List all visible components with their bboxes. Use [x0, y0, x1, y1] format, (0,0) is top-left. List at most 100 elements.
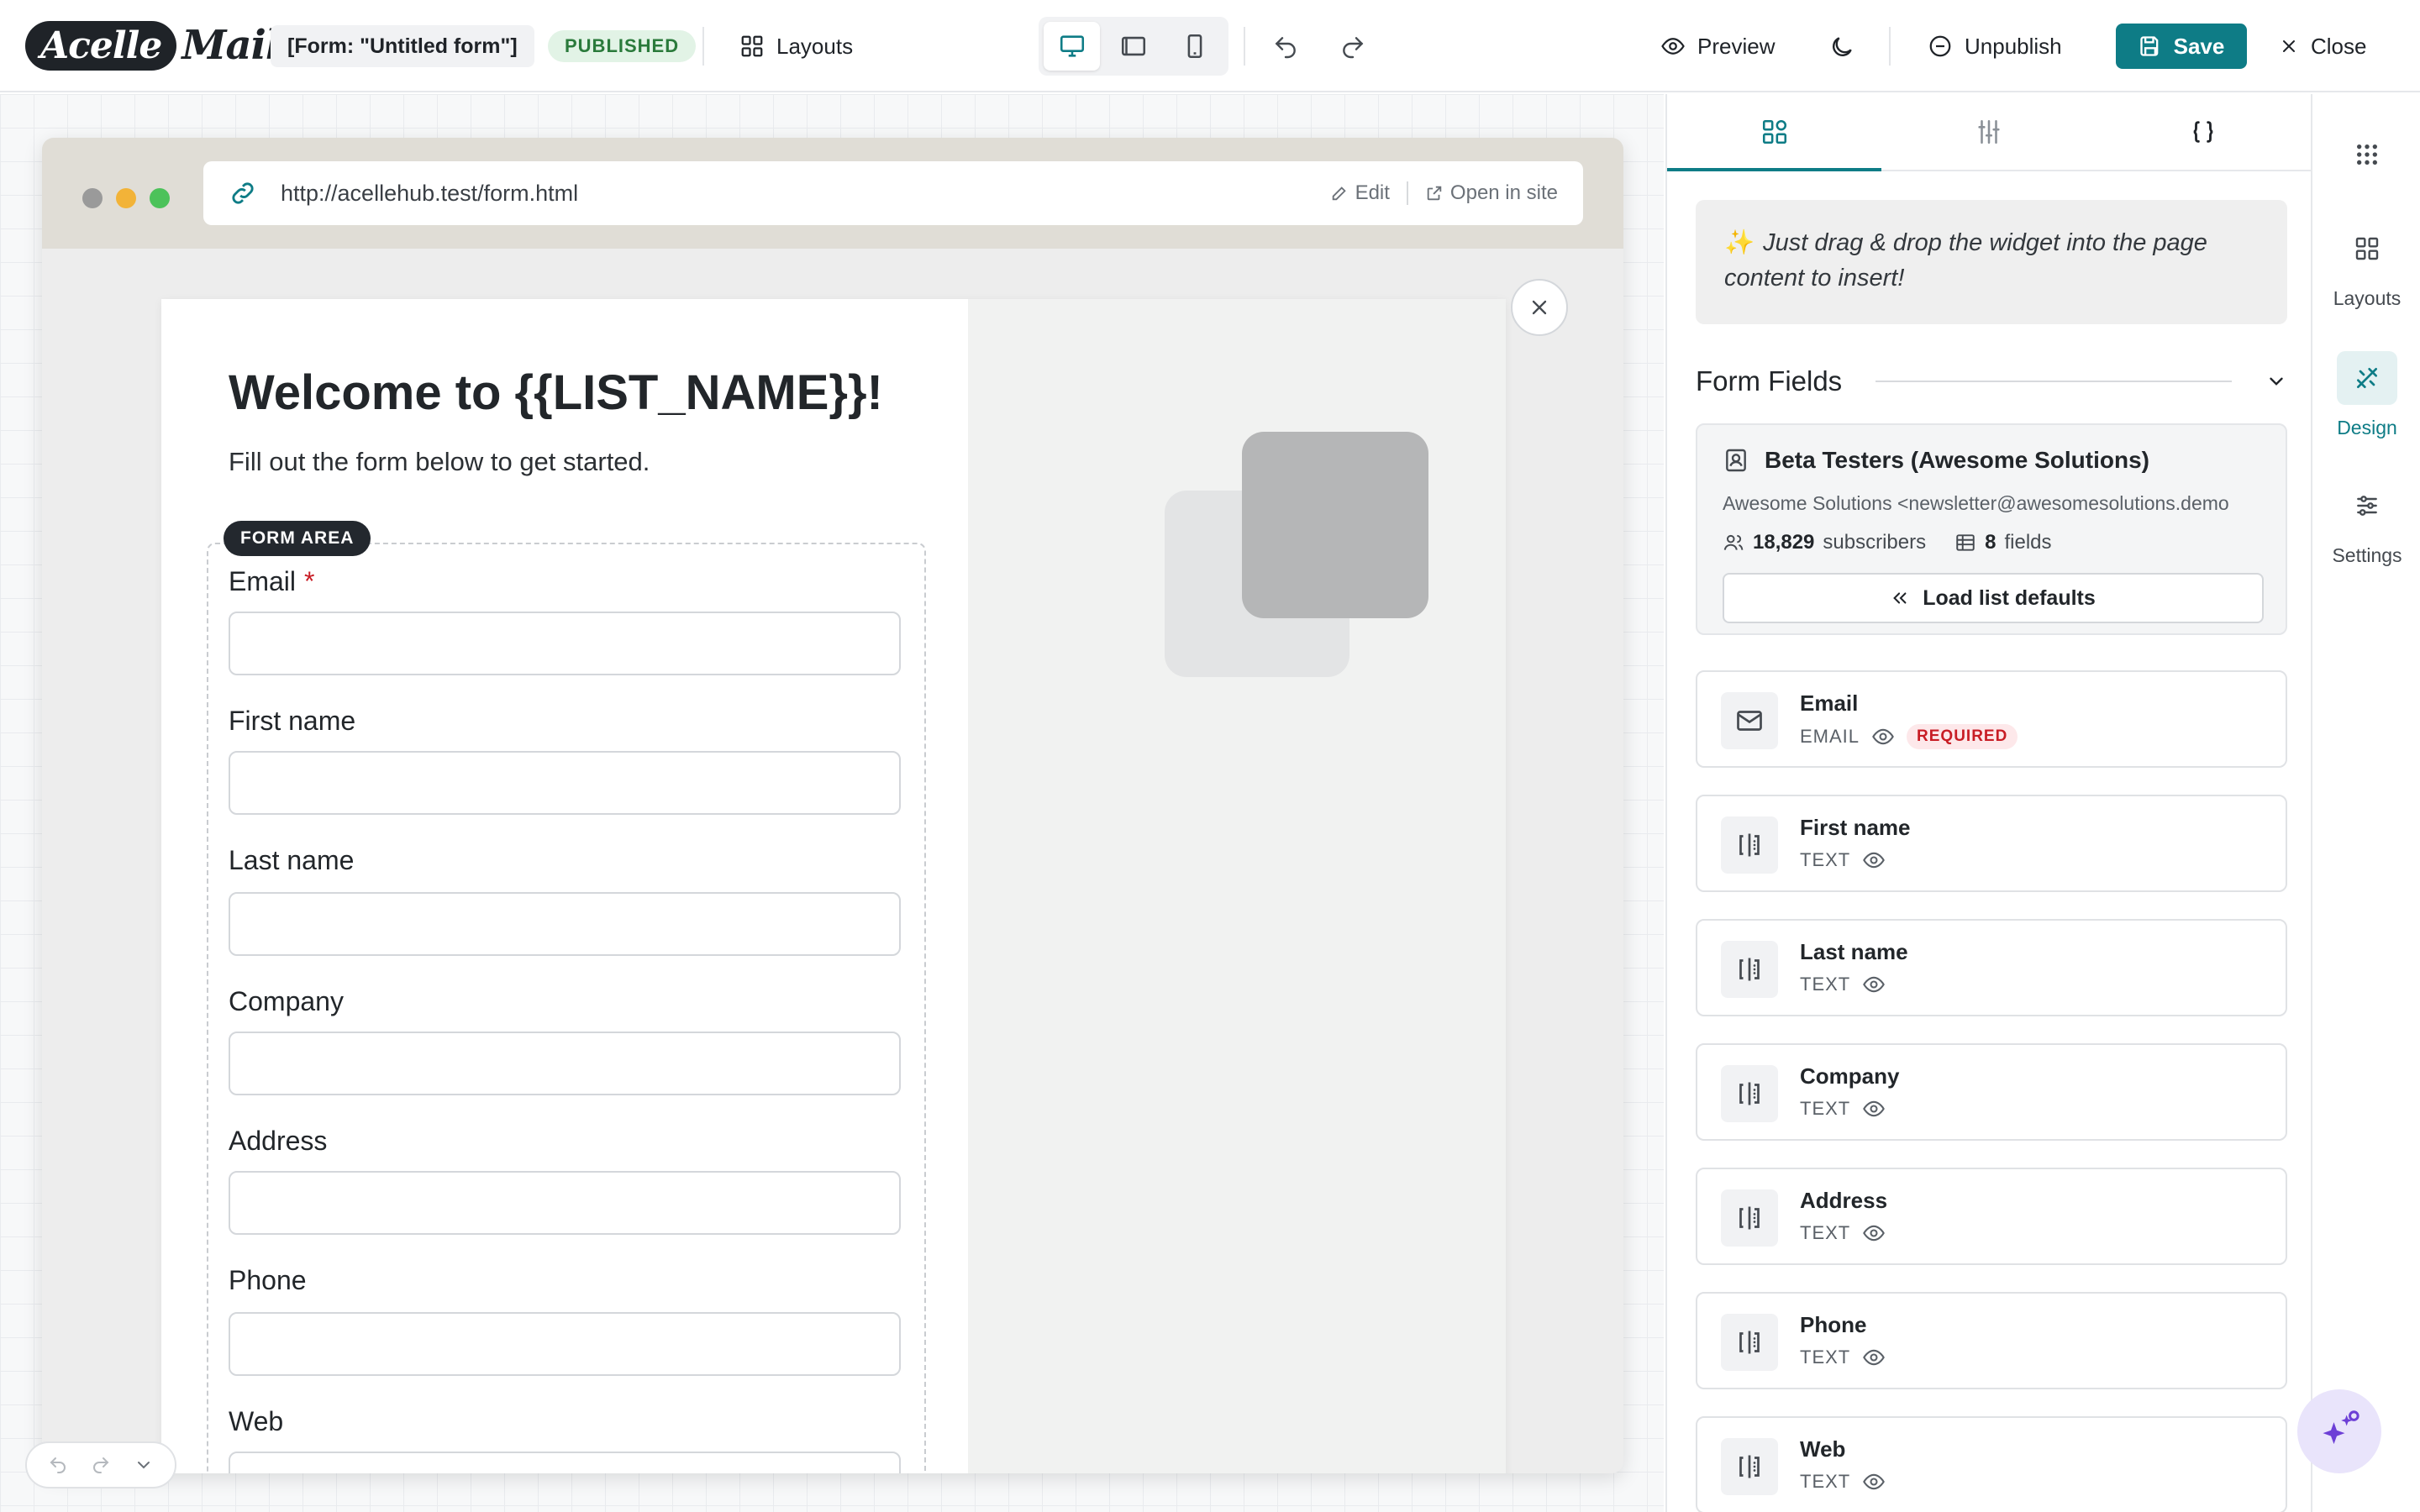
form-name-label[interactable]: [Form: "Untitled form"] — [271, 25, 534, 67]
settings-sliders-icon — [2357, 496, 2377, 516]
divider — [1406, 181, 1408, 205]
load-list-defaults-button[interactable]: Load list defaults — [1723, 573, 2264, 623]
desktop-view-button[interactable] — [1044, 22, 1101, 71]
field-widget-first-name[interactable]: First name TEXT — [1696, 795, 2287, 892]
redo-button[interactable] — [1334, 29, 1371, 66]
braces-icon — [2193, 121, 2213, 143]
tab-code[interactable] — [2096, 94, 2311, 170]
phone-input[interactable] — [229, 1312, 901, 1376]
list-sender: Awesome Solutions <newsletter@awesomesol… — [1723, 492, 2229, 514]
rail-item-label: Design — [2337, 417, 2397, 438]
field-icon-box — [1721, 941, 1778, 998]
undo-button[interactable] — [1267, 29, 1304, 66]
sparkles-icon: ✨ — [1724, 229, 1755, 256]
field-widget-phone[interactable]: Phone TEXT — [1696, 1292, 2287, 1389]
eye-icon[interactable] — [1862, 1221, 1886, 1245]
popup-content: Welcome to {{LIST_NAME}}! Fill out the f… — [161, 299, 968, 1473]
field-widget-address[interactable]: Address TEXT — [1696, 1168, 2287, 1265]
rail-item-layouts[interactable]: Layouts — [2314, 222, 2420, 310]
save-button-label: Save — [2173, 33, 2225, 59]
open-in-site-label: Open in site — [1449, 181, 1558, 204]
field-widget-email[interactable]: Email EMAIL REQUIRED — [1696, 670, 2287, 768]
close-button[interactable]: Close — [2279, 25, 2366, 67]
ai-assistant-button[interactable] — [2297, 1389, 2381, 1473]
field-icon-box — [1721, 1189, 1778, 1247]
tablet-view-button[interactable] — [1105, 22, 1161, 71]
web-input[interactable] — [229, 1452, 901, 1473]
popup-subtitle[interactable]: Fill out the form below to get started. — [229, 447, 650, 477]
field-widget-company[interactable]: Company TEXT — [1696, 1043, 2287, 1141]
open-in-site-button[interactable]: Open in site — [1425, 181, 1558, 205]
redo-icon[interactable] — [91, 1455, 111, 1475]
unpublish-button[interactable]: Unpublish — [1928, 25, 2062, 67]
layouts-button[interactable]: Layouts — [739, 25, 853, 67]
rail-item-settings[interactable]: Settings — [2314, 479, 2420, 567]
field-name: Web — [1800, 1436, 1846, 1462]
field-type: TEXT — [1800, 1222, 1851, 1243]
url-text: http://acellehub.test/form.html — [281, 180, 579, 206]
mobile-icon — [1187, 34, 1202, 59]
moon-icon — [1833, 37, 1852, 56]
preview-button[interactable]: Preview — [1660, 25, 1775, 67]
browser-preview-frame: http://acellehub.test/form.html Edit Ope… — [42, 138, 1623, 1473]
field-name: Address — [1800, 1188, 1888, 1213]
required-badge: REQUIRED — [1907, 724, 2018, 749]
window-dot-maximize — [150, 188, 170, 208]
eye-icon — [1661, 38, 1685, 55]
save-button[interactable]: Save — [2116, 24, 2247, 69]
load-list-defaults-label: Load list defaults — [1923, 585, 2096, 610]
edit-url-button[interactable]: Edit — [1330, 181, 1390, 205]
rail-item-label: Layouts — [2333, 287, 2402, 309]
eye-icon[interactable] — [1862, 1097, 1886, 1121]
eye-icon[interactable] — [1862, 1470, 1886, 1494]
popup-title[interactable]: Welcome to {{LIST_NAME}}! — [229, 365, 883, 421]
last-name-input[interactable] — [229, 892, 901, 956]
undo-icon[interactable] — [48, 1455, 68, 1475]
eye-icon[interactable] — [1862, 1346, 1886, 1369]
design-tools-icon — [2357, 368, 2377, 388]
field-icon-box — [1721, 692, 1778, 749]
mobile-view-button[interactable] — [1167, 22, 1223, 71]
mail-list-card: Beta Testers (Awesome Solutions) Awesome… — [1696, 423, 2287, 635]
company-input[interactable] — [229, 1032, 901, 1095]
divider — [1889, 27, 1891, 66]
form-fields-section-header[interactable]: Form Fields — [1696, 361, 2287, 402]
address-input[interactable] — [229, 1171, 901, 1235]
field-widget-web[interactable]: Web TEXT — [1696, 1416, 2287, 1512]
email-input[interactable] — [229, 612, 901, 675]
image-placeholder-front — [1242, 432, 1428, 618]
field-name: First name — [1800, 815, 1911, 840]
window-dot-minimize — [116, 188, 136, 208]
window-dot-close — [82, 188, 103, 208]
subscribers-count: 18,829 — [1753, 531, 1815, 554]
eye-icon[interactable] — [1862, 973, 1886, 996]
app-logo[interactable]: Acelle Mail — [25, 18, 281, 72]
popup-close-button[interactable] — [1511, 279, 1568, 336]
pencil-icon — [1332, 186, 1346, 201]
eye-icon[interactable] — [1871, 725, 1895, 748]
chevron-down-icon[interactable] — [134, 1455, 154, 1475]
apps-menu-button[interactable] — [2314, 128, 2420, 181]
canvas-history-controls — [25, 1441, 176, 1488]
tab-style[interactable] — [1881, 94, 2096, 170]
browser-chrome: http://acellehub.test/form.html Edit Ope… — [42, 138, 1623, 249]
envelope-icon — [1737, 711, 1762, 731]
field-name: Company — [1800, 1063, 1900, 1089]
field-widget-last-name[interactable]: Last name TEXT — [1696, 919, 2287, 1016]
field-meta: TEXT — [1800, 848, 1886, 872]
field-meta: TEXT — [1800, 1346, 1886, 1369]
preview-button-label: Preview — [1697, 33, 1776, 59]
required-mark: * — [304, 566, 315, 596]
rail-item-design[interactable]: Design — [2314, 351, 2420, 439]
web-field-label: Web — [229, 1406, 284, 1436]
device-switcher — [1039, 17, 1228, 76]
first-name-input[interactable] — [229, 751, 901, 815]
text-field-icon — [1739, 1206, 1760, 1230]
right-rail: Layouts Design Settings — [2314, 94, 2420, 1512]
tab-widgets[interactable] — [1667, 94, 1882, 171]
field-name: Phone — [1800, 1312, 1867, 1337]
eye-icon[interactable] — [1862, 848, 1886, 872]
panel-tabs — [1667, 94, 2311, 171]
chevrons-left-icon — [1893, 592, 1907, 604]
theme-toggle-button[interactable] — [1823, 29, 1860, 66]
